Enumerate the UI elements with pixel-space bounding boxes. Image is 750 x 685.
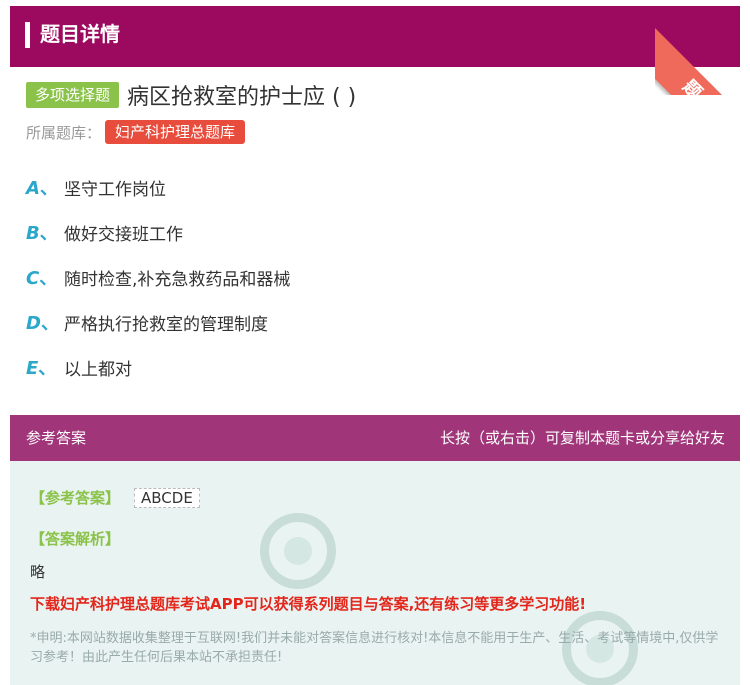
option-text: 随时检查,补充急救药品和器械: [64, 269, 291, 290]
options-list: A、 坚守工作岗位 B、 做好交接班工作 C、 随时检查,补充急救药品和器械 D…: [26, 172, 290, 397]
option-text: 坚守工作岗位: [64, 179, 166, 200]
option-letter: B、: [26, 223, 58, 244]
page-header: 题目详情: [10, 6, 740, 67]
question-line: 多项选择题 病区抢救室的护士应 ( ): [26, 80, 356, 110]
option-text: 严格执行抢救室的管理制度: [64, 314, 268, 335]
option-letter: A、: [26, 178, 58, 199]
answer-panel: 【参考答案】 ABCDE 【答案解析】 略 下载妇产科护理总题库考试APP可以获…: [10, 461, 740, 685]
analysis-row: 【答案解析】: [30, 528, 120, 549]
option-letter: D、: [26, 313, 59, 334]
ribbon-label: 题卡: [673, 71, 730, 95]
disclaimer: *申明:本网站数据收集整理于互联网!我们并未能对答案信息进行核对!本信息不能用于…: [30, 631, 719, 665]
answer-value[interactable]: ABCDE: [134, 487, 200, 508]
answer-header-bar: 参考答案 长按（或右击）可复制本题卡或分享给好友: [10, 415, 740, 461]
analysis-text: 略: [30, 563, 46, 581]
header-accent-bar: [25, 22, 30, 48]
watermark-logo-icon: [260, 513, 336, 589]
page-title: 题目详情: [40, 22, 120, 46]
question-type-badge: 多项选择题: [26, 82, 120, 108]
option-b[interactable]: B、 做好交接班工作: [26, 217, 290, 247]
option-letter: C、: [26, 268, 58, 289]
answer-section-title: 参考答案: [26, 429, 87, 447]
question-text: 病区抢救室的护士应 ( ): [127, 85, 357, 110]
analysis-tag: 【答案解析】: [30, 530, 121, 548]
app-download-promo[interactable]: 下载妇产科护理总题库考试APP可以获得系列题目与答案,还有练习等更多学习功能!: [30, 593, 586, 614]
bank-name-badge[interactable]: 妇产科护理总题库: [105, 120, 246, 144]
option-letter: E、: [26, 358, 57, 379]
card-ribbon: 题卡: [655, 0, 750, 95]
option-c[interactable]: C、 随时检查,补充急救药品和器械: [26, 262, 290, 292]
answer-row: 【参考答案】 ABCDE: [30, 487, 200, 508]
bank-label: 所属题库：: [26, 123, 102, 142]
option-d[interactable]: D、 严格执行抢救室的管理制度: [26, 307, 290, 337]
option-a[interactable]: A、 坚守工作岗位: [26, 172, 290, 202]
answer-tag: 【参考答案】: [30, 489, 121, 507]
question-bank-line: 所属题库： 妇产科护理总题库: [26, 120, 246, 144]
option-e[interactable]: E、 以上都对: [26, 352, 290, 382]
option-text: 以上都对: [64, 359, 132, 380]
option-text: 做好交接班工作: [64, 224, 183, 245]
share-hint: 长按（或右击）可复制本题卡或分享给好友: [439, 429, 725, 447]
